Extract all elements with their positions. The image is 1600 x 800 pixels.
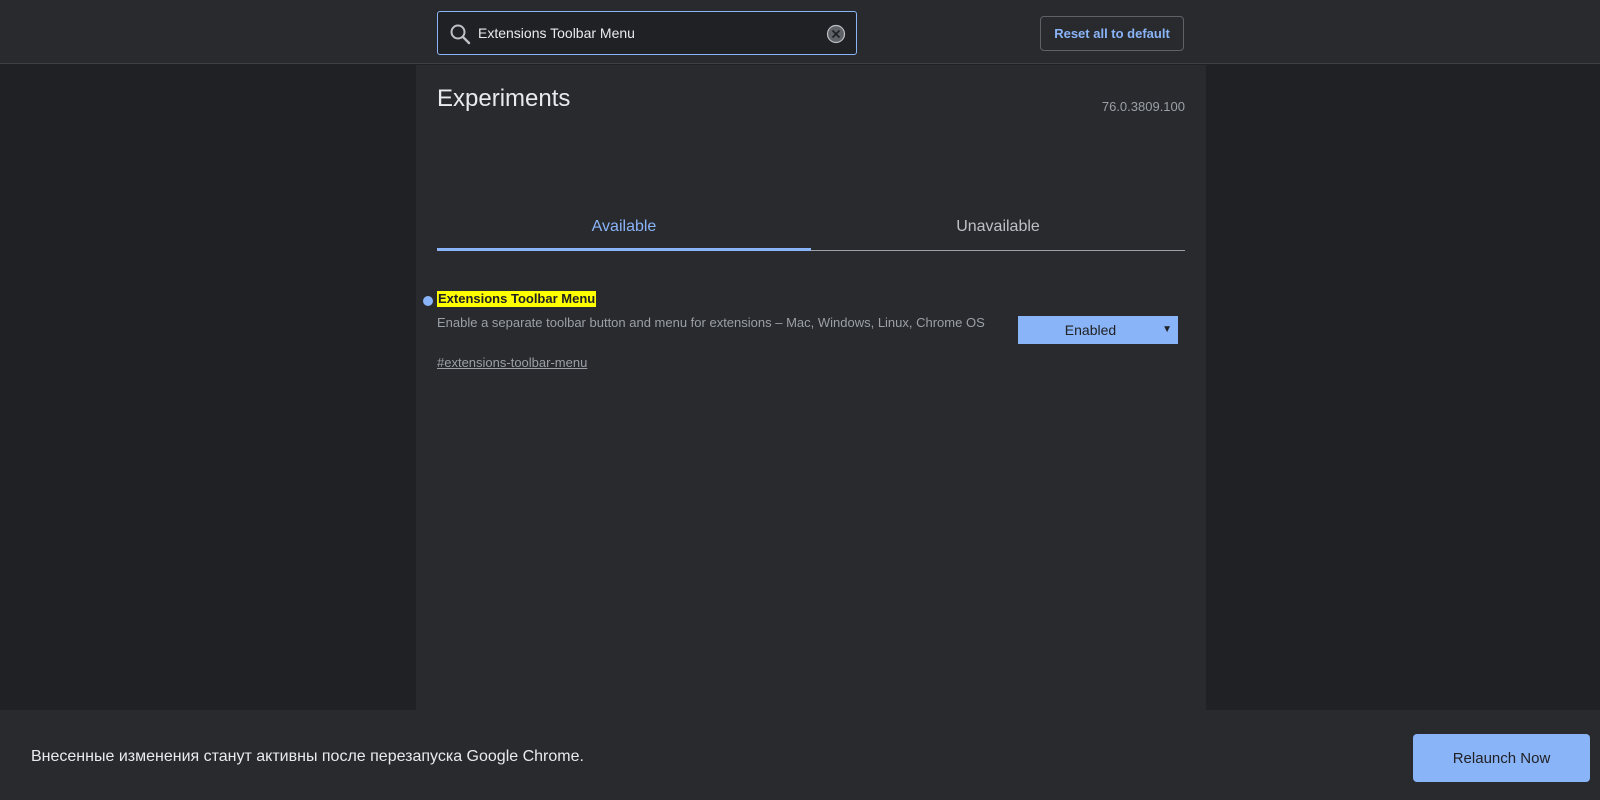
experiment-description: Enable a separate toolbar button and men…: [437, 315, 985, 330]
version-label: 76.0.3809.100: [1101, 99, 1185, 114]
tab-available-label: Available: [591, 218, 657, 235]
tab-active-indicator: [437, 248, 811, 251]
tab-available[interactable]: Available: [437, 137, 811, 251]
experiment-title: Extensions Toolbar Menu: [437, 291, 597, 307]
relaunch-footer: Внесенные изменения станут активны после…: [0, 710, 1600, 800]
relaunch-button[interactable]: Relaunch Now: [1413, 734, 1590, 782]
tab-unavailable[interactable]: Unavailable: [811, 137, 1185, 251]
modified-dot-icon: [423, 296, 433, 306]
experiment-link[interactable]: #extensions-toolbar-menu: [437, 355, 587, 370]
search-box[interactable]: [437, 11, 857, 55]
header: Reset all to default: [0, 0, 1600, 64]
experiments-panel: Experiments 76.0.3809.100 Available Unav…: [416, 65, 1206, 710]
experiment-item: Extensions Toolbar Menu Enable a separat…: [416, 287, 1206, 377]
experiment-state-value: Enabled: [1064, 322, 1117, 338]
clear-icon[interactable]: [826, 24, 846, 44]
tab-bar: Available Unavailable: [437, 137, 1185, 251]
tab-unavailable-label: Unavailable: [956, 218, 1040, 235]
relaunch-message: Внесенные изменения станут активны после…: [31, 748, 584, 765]
search-icon: [450, 24, 471, 45]
reset-all-button[interactable]: Reset all to default: [1040, 16, 1184, 51]
dropdown-arrow-icon: ▼: [1162, 324, 1172, 335]
experiment-state-select[interactable]: Enabled ▼: [1018, 316, 1178, 344]
search-input[interactable]: [478, 12, 808, 54]
page-title: Experiments: [437, 85, 571, 112]
flags-page: Reset all to default Experiments 76.0.38…: [0, 0, 1600, 800]
